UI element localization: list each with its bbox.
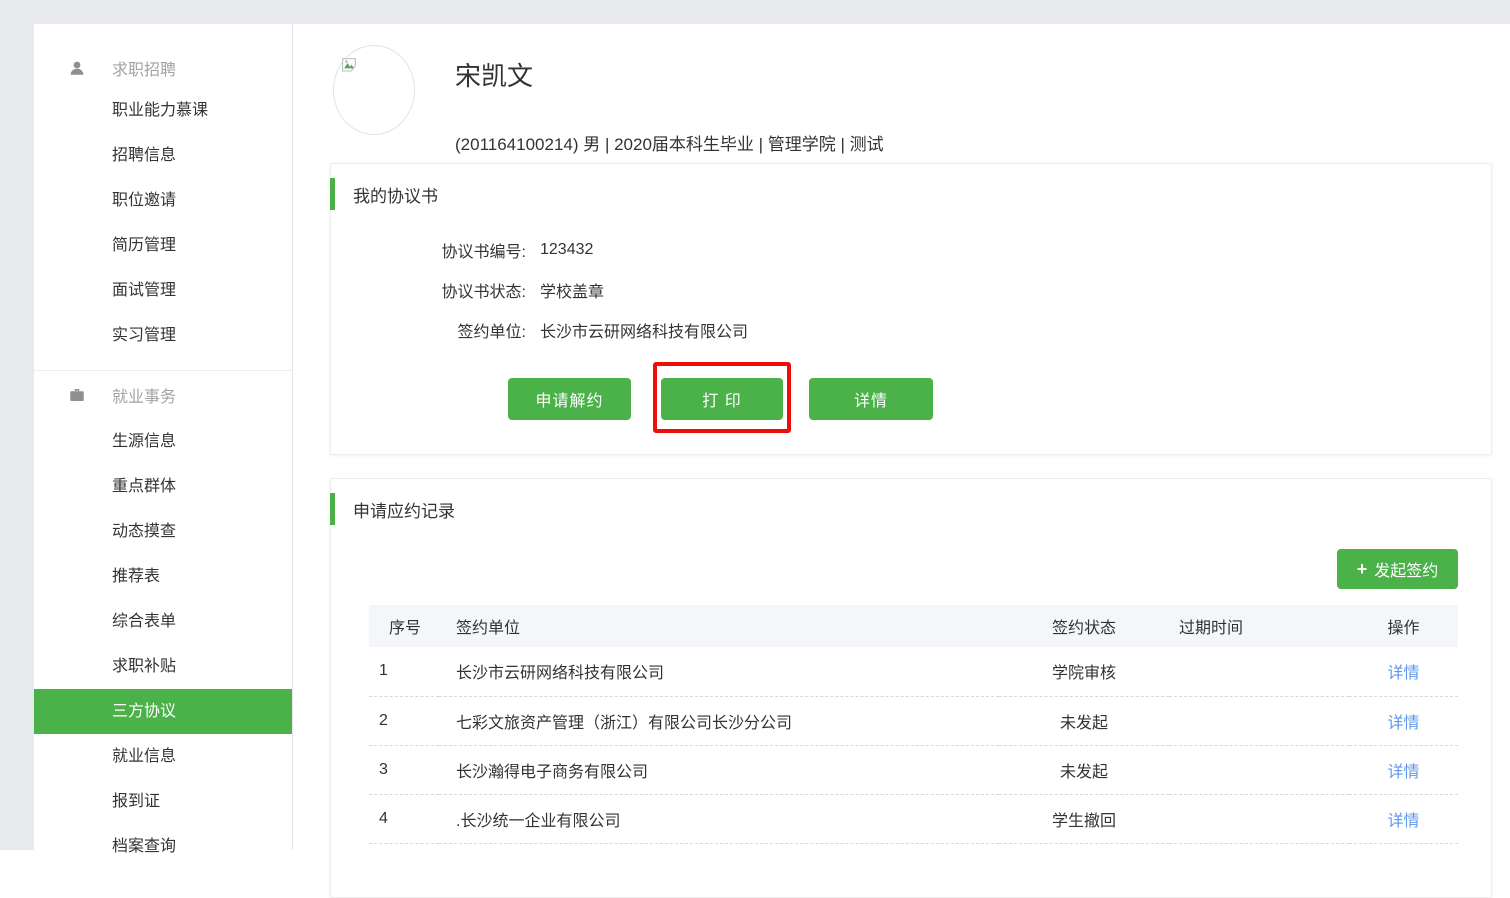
row-detail-link[interactable]: 详情 bbox=[1387, 764, 1419, 781]
sidebar-item-key-groups[interactable]: 重点群体 bbox=[34, 464, 292, 509]
col-header-company: 签约单位 bbox=[439, 605, 999, 647]
sidebar: 求职招聘 职业能力慕课 招聘信息 职位邀请 简历管理 面试管理 实习管理 就业事… bbox=[34, 24, 293, 850]
print-button[interactable]: 打 印 bbox=[661, 378, 783, 420]
sidebar-item-job-subsidy[interactable]: 求职补贴 bbox=[34, 644, 292, 689]
col-header-status: 签约状态 bbox=[999, 605, 1169, 647]
agreement-card-title: 我的协议书 bbox=[353, 182, 438, 207]
row-company: .长沙统一企业有限公司 bbox=[439, 794, 999, 843]
agreement-number-label: 协议书编号: bbox=[331, 238, 526, 262]
agreement-number-value: 123432 bbox=[540, 241, 593, 259]
records-table: 序号 签约单位 签约状态 过期时间 操作 1 长沙市云研网络科技有限公司 学院审… bbox=[369, 605, 1458, 844]
agreement-status-row: 协议书状态: 学校盖章 bbox=[331, 270, 1491, 310]
row-company: 七彩文旅资产管理（浙江）有限公司长沙分公司 bbox=[439, 696, 999, 745]
row-status: 未发起 bbox=[999, 745, 1169, 794]
col-header-index: 序号 bbox=[369, 605, 439, 647]
row-company: 长沙市云研网络科技有限公司 bbox=[439, 647, 999, 696]
sidebar-item-employment-info[interactable]: 就业信息 bbox=[34, 734, 292, 779]
row-expire bbox=[1169, 745, 1349, 794]
sidebar-item-mooc[interactable]: 职业能力慕课 bbox=[34, 88, 292, 133]
row-expire bbox=[1169, 696, 1349, 745]
person-icon bbox=[68, 59, 86, 77]
top-gutter bbox=[0, 0, 1510, 24]
initiate-signing-button[interactable]: + 发起签约 bbox=[1337, 549, 1458, 589]
row-status: 学生撤回 bbox=[999, 794, 1169, 843]
agreement-actions: 申请解约 打 印 详情 bbox=[331, 362, 1491, 452]
agreement-fields: 协议书编号: 123432 协议书状态: 学校盖章 签约单位: 长沙市云研网络科… bbox=[331, 230, 1491, 350]
sidebar-item-internship[interactable]: 实习管理 bbox=[34, 313, 292, 358]
row-company: 长沙瀚得电子商务有限公司 bbox=[439, 745, 999, 794]
row-index: 4 bbox=[369, 794, 439, 843]
row-status: 学院审核 bbox=[999, 647, 1169, 696]
agreement-title-row: 我的协议书 bbox=[331, 178, 1491, 210]
row-expire bbox=[1169, 647, 1349, 696]
sidebar-item-resume[interactable]: 简历管理 bbox=[34, 223, 292, 268]
row-expire bbox=[1169, 794, 1349, 843]
col-header-expire: 过期时间 bbox=[1169, 605, 1349, 647]
agreement-status-label: 协议书状态: bbox=[331, 278, 526, 302]
sidebar-item-recommendation[interactable]: 推荐表 bbox=[34, 554, 292, 599]
sidebar-item-dynamic-survey[interactable]: 动态摸查 bbox=[34, 509, 292, 554]
row-index: 2 bbox=[369, 696, 439, 745]
sidebar-group-label: 就业事务 bbox=[112, 383, 176, 407]
title-accent-bar bbox=[330, 493, 335, 525]
sidebar-group-jobsearch: 求职招聘 bbox=[34, 48, 292, 88]
sidebar-item-source-info[interactable]: 生源信息 bbox=[34, 419, 292, 464]
table-row: 3 长沙瀚得电子商务有限公司 未发起 详情 bbox=[369, 745, 1458, 794]
application-records-card: 申请应约记录 + 发起签约 序号 签约单位 签约状态 过期时间 操作 1 长沙市… bbox=[330, 478, 1492, 898]
student-meta: (201164100214) 男 | 2020届本科生毕业 | 管理学院 | 测… bbox=[455, 130, 884, 155]
left-gutter bbox=[0, 0, 34, 850]
col-header-action: 操作 bbox=[1349, 605, 1458, 647]
sidebar-item-comprehensive-form[interactable]: 综合表单 bbox=[34, 599, 292, 644]
plus-icon: + bbox=[1357, 560, 1368, 578]
row-status: 未发起 bbox=[999, 696, 1169, 745]
agreement-status-value: 学校盖章 bbox=[540, 278, 604, 302]
sidebar-group-employment: 就业事务 bbox=[34, 371, 292, 419]
agreement-number-row: 协议书编号: 123432 bbox=[331, 230, 1491, 270]
table-row: 1 长沙市云研网络科技有限公司 学院审核 详情 bbox=[369, 647, 1458, 696]
broken-image-icon bbox=[340, 56, 358, 79]
title-accent-bar bbox=[330, 178, 335, 210]
my-agreement-card: 我的协议书 协议书编号: 123432 协议书状态: 学校盖章 签约单位: 长沙… bbox=[330, 163, 1492, 455]
row-index: 3 bbox=[369, 745, 439, 794]
sidebar-item-recruit-info[interactable]: 招聘信息 bbox=[34, 133, 292, 178]
row-detail-link[interactable]: 详情 bbox=[1387, 813, 1419, 830]
avatar bbox=[333, 45, 415, 135]
agreement-company-row: 签约单位: 长沙市云研网络科技有限公司 bbox=[331, 310, 1491, 350]
row-detail-link[interactable]: 详情 bbox=[1387, 665, 1419, 682]
agreement-detail-button[interactable]: 详情 bbox=[809, 378, 933, 420]
briefcase-icon bbox=[68, 386, 86, 404]
row-detail-link[interactable]: 详情 bbox=[1387, 715, 1419, 732]
student-name: 宋凯文 bbox=[455, 56, 533, 93]
sidebar-item-archive-query[interactable]: 档案查询 bbox=[34, 824, 292, 869]
table-row: 4 .长沙统一企业有限公司 学生撤回 详情 bbox=[369, 794, 1458, 843]
sidebar-item-tripartite-agreement[interactable]: 三方协议 bbox=[34, 689, 292, 734]
records-card-title: 申请应约记录 bbox=[353, 497, 455, 522]
profile-header: 宋凯文 (201164100214) 男 | 2020届本科生毕业 | 管理学院… bbox=[293, 24, 1510, 164]
sidebar-item-interview[interactable]: 面试管理 bbox=[34, 268, 292, 313]
sidebar-item-position-invite[interactable]: 职位邀请 bbox=[34, 178, 292, 223]
table-row: 2 七彩文旅资产管理（浙江）有限公司长沙分公司 未发起 详情 bbox=[369, 696, 1458, 745]
request-termination-button[interactable]: 申请解约 bbox=[508, 378, 631, 420]
row-index: 1 bbox=[369, 647, 439, 696]
main-content: 宋凯文 (201164100214) 男 | 2020届本科生毕业 | 管理学院… bbox=[293, 24, 1510, 850]
sidebar-group-label: 求职招聘 bbox=[112, 56, 176, 80]
records-title-row: 申请应约记录 bbox=[331, 493, 1491, 525]
table-header-row: 序号 签约单位 签约状态 过期时间 操作 bbox=[369, 605, 1458, 647]
agreement-company-value: 长沙市云研网络科技有限公司 bbox=[540, 318, 748, 342]
agreement-company-label: 签约单位: bbox=[331, 318, 526, 342]
initiate-signing-label: 发起签约 bbox=[1374, 557, 1438, 581]
sidebar-item-registration-card[interactable]: 报到证 bbox=[34, 779, 292, 824]
